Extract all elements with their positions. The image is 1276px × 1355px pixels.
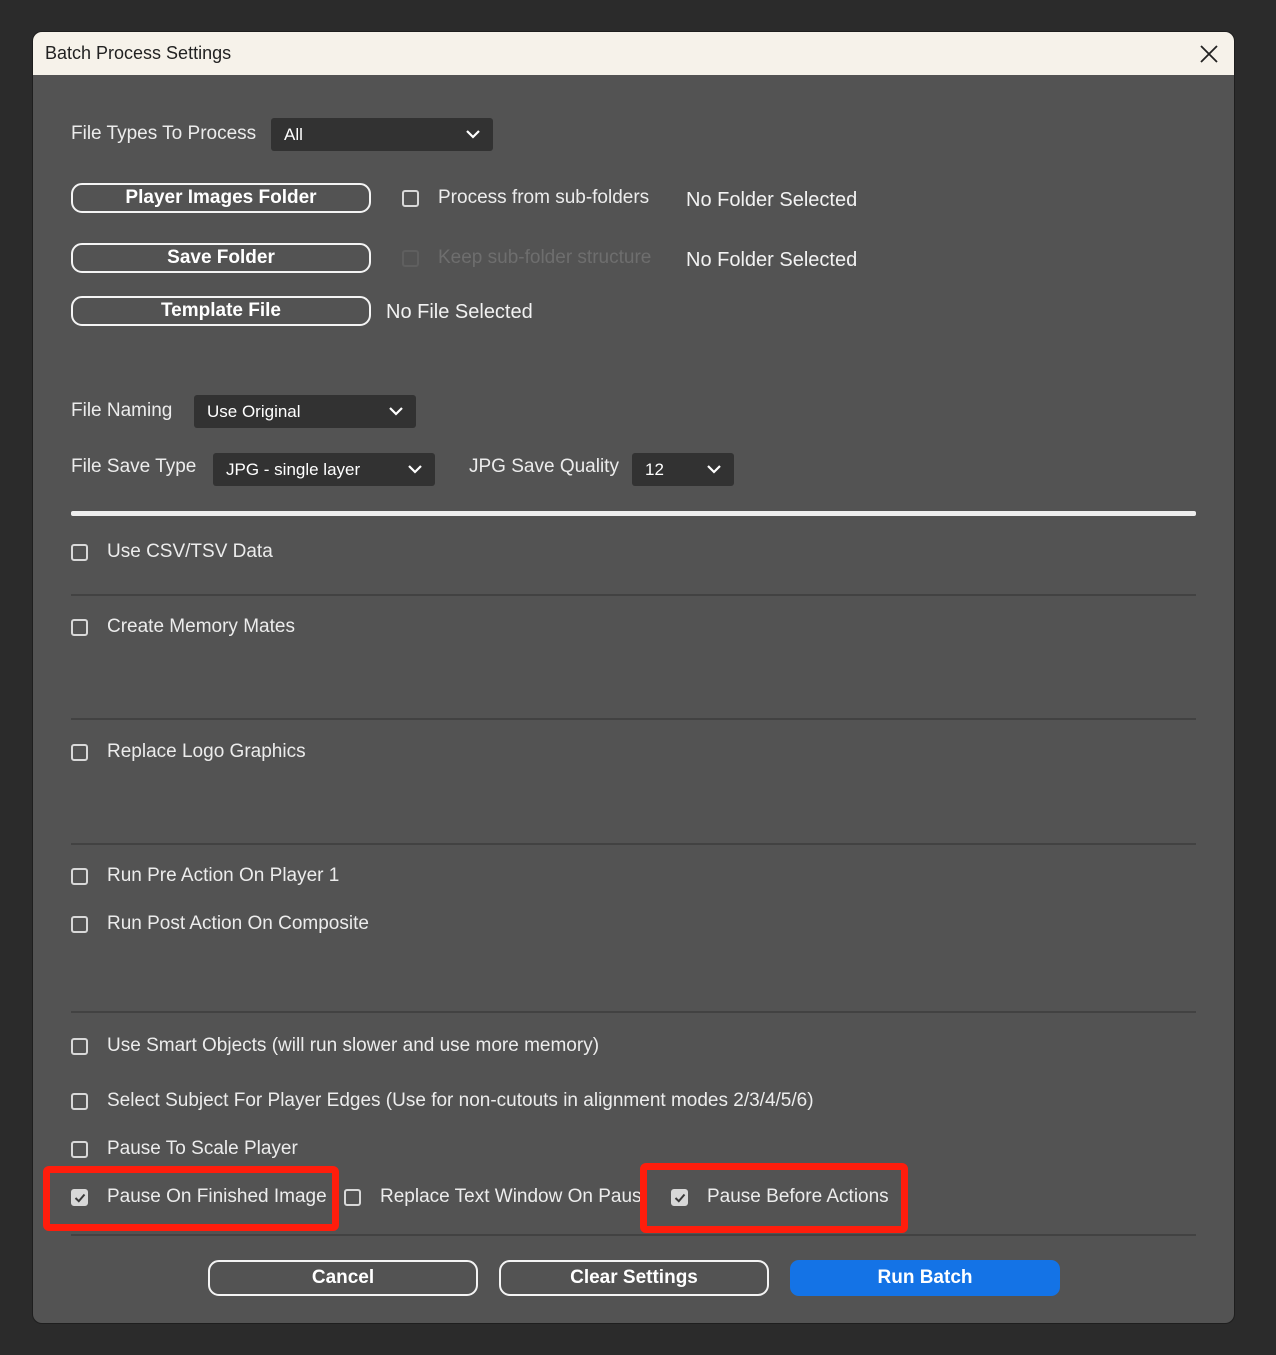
use-csv-box[interactable]: [71, 544, 88, 561]
memory-mates-box[interactable]: [71, 619, 88, 636]
divider: [71, 1011, 1196, 1013]
save-folder-status: No Folder Selected: [686, 249, 858, 271]
pre-action-label: Run Pre Action On Player 1: [107, 865, 340, 886]
highlight-annotation: [43, 1166, 339, 1231]
jpg-quality-value: 12: [645, 460, 664, 479]
post-action-box[interactable]: [71, 916, 88, 933]
divider: [71, 594, 1196, 596]
chevron-down-icon: [466, 130, 480, 139]
replace-logo-box[interactable]: [71, 744, 88, 761]
file-naming-label: File Naming: [71, 400, 173, 421]
file-save-type-dropdown[interactable]: JPG - single layer: [213, 453, 435, 486]
section-divider: [71, 511, 1196, 516]
batch-process-dialog: Batch Process Settings File Types To Pro…: [33, 32, 1234, 1323]
pre-action-box[interactable]: [71, 868, 88, 885]
chevron-down-icon: [389, 407, 403, 416]
template-file-status: No File Selected: [386, 301, 533, 323]
smart-objects-box[interactable]: [71, 1038, 88, 1055]
chevron-down-icon: [408, 465, 422, 474]
dialog-title: Batch Process Settings: [45, 43, 232, 63]
use-csv-label: Use CSV/TSV Data: [107, 541, 273, 562]
post-action-label: Run Post Action On Composite: [107, 913, 369, 934]
jpg-quality-label: JPG Save Quality: [469, 456, 619, 477]
player-folder-status: No Folder Selected: [686, 189, 858, 211]
highlight-annotation: [640, 1163, 908, 1233]
file-types-dropdown[interactable]: All: [271, 118, 493, 151]
player-images-folder-button[interactable]: Player Images Folder: [71, 183, 371, 213]
process-subfolders-box[interactable]: [402, 190, 419, 207]
file-naming-value: Use Original: [207, 402, 301, 421]
close-icon: [1200, 45, 1218, 63]
keep-structure-box[interactable]: [402, 250, 419, 267]
cancel-button[interactable]: Cancel: [208, 1260, 478, 1296]
pause-scale-box[interactable]: [71, 1141, 88, 1158]
file-naming-dropdown[interactable]: Use Original: [194, 395, 416, 428]
replace-text-window-box[interactable]: [344, 1189, 361, 1206]
title-bar: Batch Process Settings: [33, 32, 1234, 75]
memory-mates-label: Create Memory Mates: [107, 616, 295, 637]
select-subject-label: Select Subject For Player Edges (Use for…: [107, 1090, 814, 1111]
process-subfolders-label: Process from sub-folders: [438, 187, 650, 208]
chevron-down-icon: [707, 465, 721, 474]
divider: [71, 843, 1196, 845]
save-folder-button[interactable]: Save Folder: [71, 243, 371, 273]
clear-settings-button[interactable]: Clear Settings: [499, 1260, 769, 1296]
replace-logo-label: Replace Logo Graphics: [107, 741, 306, 762]
file-types-label: File Types To Process: [71, 123, 257, 144]
file-save-type-value: JPG - single layer: [226, 460, 361, 479]
file-types-value: All: [284, 125, 303, 144]
smart-objects-label: Use Smart Objects (will run slower and u…: [107, 1035, 600, 1056]
divider: [71, 1234, 1196, 1236]
divider: [71, 718, 1196, 720]
run-batch-button[interactable]: Run Batch: [790, 1260, 1060, 1296]
template-file-button[interactable]: Template File: [71, 296, 371, 326]
keep-structure-label: Keep sub-folder structure: [438, 247, 652, 268]
select-subject-box[interactable]: [71, 1093, 88, 1110]
close-button[interactable]: [1196, 41, 1222, 67]
replace-text-window-checkbox[interactable]: Replace Text Window On Pause: [344, 1186, 640, 1210]
pause-scale-label: Pause To Scale Player: [107, 1138, 298, 1159]
file-save-type-label: File Save Type: [71, 456, 197, 477]
jpg-quality-dropdown[interactable]: 12: [632, 453, 734, 486]
replace-text-window-label: Replace Text Window On Pause: [380, 1186, 640, 1207]
